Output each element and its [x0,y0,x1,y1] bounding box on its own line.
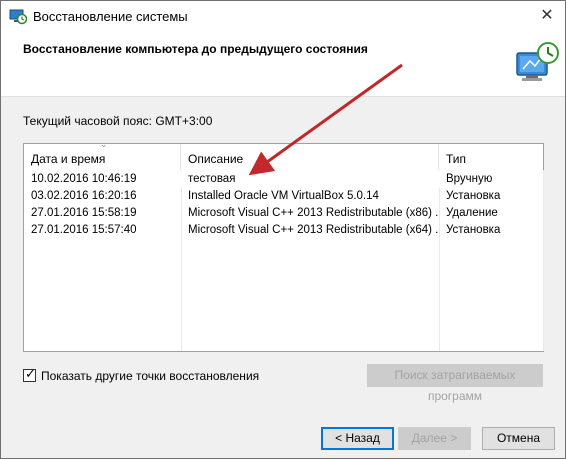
table-row[interactable]: 10.02.2016 10:46:19 тестовая Вручную [24,171,543,188]
row-description: тестовая [188,173,236,185]
window-title: Восстановление системы [33,9,188,24]
sort-chevron-icon: ⌄ [100,139,108,149]
row-type: Установка [446,224,501,236]
back-button[interactable]: < Назад [321,427,394,450]
column-header-type[interactable]: Тип [439,144,544,170]
column-header-date-label: Дата и время [31,152,106,166]
show-more-checkbox[interactable]: ✓ [23,366,36,382]
row-date: 03.02.2016 16:20:16 [31,190,137,202]
computer-restore-clock-icon [516,42,559,81]
row-description: Microsoft Visual C++ 2013 Redistributabl… [188,224,439,236]
wizard-header: Восстановление компьютера до предыдущего… [1,31,565,97]
table-row[interactable]: 27.01.2016 15:57:40 Microsoft Visual C++… [24,222,543,239]
show-more-label[interactable]: Показать другие точки восстановления [41,369,259,383]
cancel-button[interactable]: Отмена [482,427,555,450]
row-description: Installed Oracle VM VirtualBox 5.0.14 [188,190,379,202]
checkmark-icon: ✓ [25,366,36,381]
footer-separator [1,409,565,410]
row-date: 27.01.2016 15:57:40 [31,224,137,236]
column-header-date[interactable]: ⌄ Дата и время [24,139,181,170]
column-divider [543,170,544,351]
restore-points-list[interactable]: ⌄ Дата и время Описание Тип 10.02.2016 1… [23,139,544,352]
row-type: Вручную [446,173,493,185]
row-description: Microsoft Visual C++ 2013 Redistributabl… [188,207,439,219]
title-bar[interactable]: Восстановление системы ✕ [1,1,565,31]
table-row[interactable]: 03.02.2016 16:20:16 Installed Oracle VM … [24,188,543,205]
column-header-type-label: Тип [446,152,467,166]
row-type: Установка [446,190,501,202]
row-date: 27.01.2016 15:58:19 [31,207,137,219]
next-button[interactable]: Далее > [398,427,471,450]
system-restore-icon [9,9,27,25]
row-type: Удаление [446,207,498,219]
table-row[interactable]: 27.01.2016 15:58:19 Microsoft Visual C++… [24,205,543,222]
timezone-label: Текущий часовой пояс: GMT+3:00 [23,114,213,128]
close-button[interactable]: ✕ [529,1,565,31]
scan-affected-programs-button[interactable]: Поиск затрагиваемых программ [367,364,543,403]
row-date: 10.02.2016 10:46:19 [31,173,137,185]
page-title: Восстановление компьютера до предыдущего… [23,42,368,56]
column-header-description-label: Описание [188,152,244,166]
system-restore-window: Восстановление системы ✕ Восстановление … [0,0,566,459]
column-header-description[interactable]: Описание [181,144,439,170]
